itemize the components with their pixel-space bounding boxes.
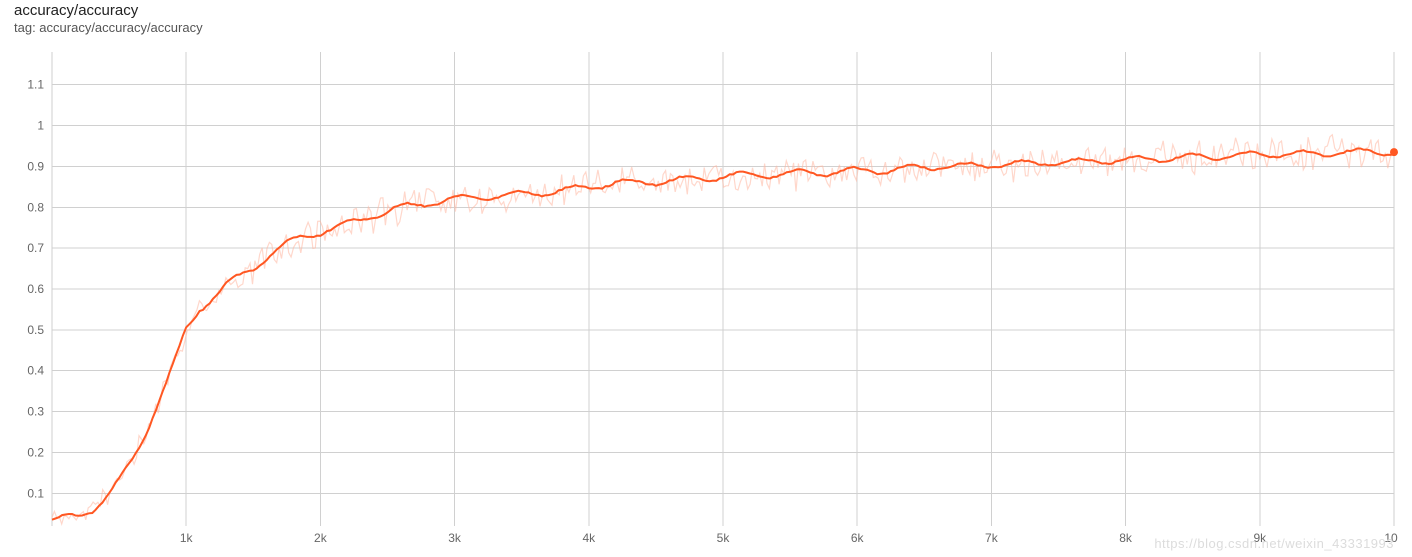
y-tick-label: 0.7 <box>27 241 44 255</box>
x-tick-label: 2k <box>314 531 328 545</box>
x-tick-label: 4k <box>582 531 596 545</box>
chart-area[interactable]: 0.1 0.2 0.3 0.4 0.5 0.6 0.7 0.8 0.9 1 1.1 1k 2k 3k 4k 5… <box>14 46 1398 546</box>
x-tick-label: 9k <box>1253 531 1267 545</box>
y-tick-label: 0.1 <box>27 486 44 500</box>
x-tick-label: 1k <box>180 531 194 545</box>
y-tick-label: 0.6 <box>27 282 44 296</box>
chart-subtitle: tag: accuracy/accuracy/accuracy <box>14 20 203 35</box>
x-tick-label: 6k <box>851 531 865 545</box>
x-tick-label: 10k <box>1384 531 1398 545</box>
y-tick-label: 0.4 <box>27 364 44 378</box>
y-tick-label: 0.3 <box>27 405 44 419</box>
grid <box>52 52 1394 526</box>
y-tick-label: 0.8 <box>27 200 44 214</box>
chart-header: accuracy/accuracy tag: accuracy/accuracy… <box>14 2 203 35</box>
x-tick-label: 5k <box>717 531 731 545</box>
y-tick-label: 0.2 <box>27 445 44 459</box>
series-endpoint-dot <box>1390 148 1398 156</box>
line-chart-svg: 0.1 0.2 0.3 0.4 0.5 0.6 0.7 0.8 0.9 1 1.1 1k 2k 3k 4k 5… <box>14 46 1398 546</box>
y-tick-label: 0.5 <box>27 323 44 337</box>
y-tick-label: 1.1 <box>27 78 44 92</box>
chart-title: accuracy/accuracy <box>14 2 203 19</box>
y-tick-label: 0.9 <box>27 159 44 173</box>
x-tick-label: 7k <box>985 531 999 545</box>
x-tick-label: 3k <box>448 531 462 545</box>
x-tick-label: 8k <box>1119 531 1133 545</box>
y-tick-label: 1 <box>37 119 44 133</box>
